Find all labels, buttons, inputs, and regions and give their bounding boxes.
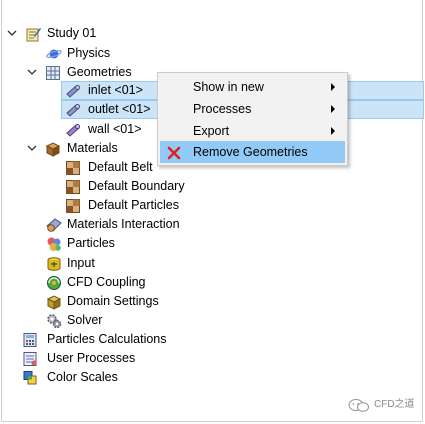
tree-label: Color Scales (47, 370, 118, 384)
solver-gears-icon (46, 313, 62, 329)
geometry-cylinder-icon (65, 102, 81, 118)
menu-item-export[interactable]: Export (160, 120, 345, 142)
color-scales-icon (22, 370, 38, 386)
menu-item-show-in-new[interactable]: Show in new (160, 76, 345, 98)
collapse-arrow-icon[interactable] (6, 24, 18, 43)
physics-planet-icon (46, 46, 62, 62)
tree-label: Domain Settings (67, 294, 159, 308)
menu-item-label: Show in new (193, 80, 264, 94)
tree-label: CFD Coupling (67, 275, 146, 289)
menu-item-remove-geometries[interactable]: Remove Geometries (160, 141, 345, 163)
submenu-arrow-icon (331, 127, 335, 135)
tree-label: inlet <01> (88, 83, 143, 97)
geometry-cylinder-icon (65, 122, 81, 138)
tree-label: Study 01 (47, 26, 97, 40)
menu-item-processes[interactable]: Processes (160, 98, 345, 120)
geometry-cylinder-icon (65, 83, 81, 99)
collapse-arrow-icon[interactable] (26, 139, 38, 158)
tree-label: Default Particles (88, 198, 180, 212)
particles-spheres-icon (46, 236, 62, 252)
collapse-arrow-icon[interactable] (26, 63, 38, 82)
tree-label: outlet <01> (88, 102, 151, 116)
study-notepad-icon (25, 26, 41, 42)
tree-label: Materials (67, 141, 118, 155)
tree-label: Default Boundary (88, 179, 185, 193)
materials-interaction-icon (46, 217, 62, 233)
tree-label: Input (67, 256, 95, 270)
menu-item-label: Remove Geometries (193, 145, 308, 159)
tree-label: Default Belt (88, 160, 153, 174)
tree-label: Geometries (67, 65, 132, 79)
tree-label: Particles Calculations (47, 332, 167, 346)
geometries-grid-icon (45, 65, 61, 81)
tree-label: wall <01> (88, 122, 142, 136)
wechat-logo-icon (348, 398, 370, 418)
menu-item-label: Processes (193, 102, 252, 116)
input-barrel-icon (46, 256, 62, 272)
materials-cube-icon (45, 141, 61, 157)
cfd-coupling-icon (46, 275, 62, 291)
tree-label: Materials Interaction (67, 217, 180, 231)
menu-item-label: Export (193, 124, 230, 138)
material-block-icon (65, 160, 81, 176)
submenu-arrow-icon (331, 83, 335, 91)
user-processes-icon (22, 351, 38, 367)
domain-settings-icon (46, 294, 62, 310)
material-block-icon (65, 179, 81, 195)
tree-label: Solver (67, 313, 103, 327)
tree-label: User Processes (47, 351, 136, 365)
remove-x-icon (167, 145, 181, 160)
material-block-icon (65, 198, 81, 214)
context-menu: Show in new Processes Export Remove Geom… (157, 72, 348, 166)
watermark-text: CFD之道 (374, 399, 415, 410)
calculator-icon (22, 332, 38, 348)
tree-label: Particles (67, 236, 115, 250)
simulation-tree-panel: Study 01 Physics Geometries inlet <01> o… (1, 0, 424, 422)
tree-label: Physics (67, 46, 111, 60)
submenu-arrow-icon (331, 105, 335, 113)
